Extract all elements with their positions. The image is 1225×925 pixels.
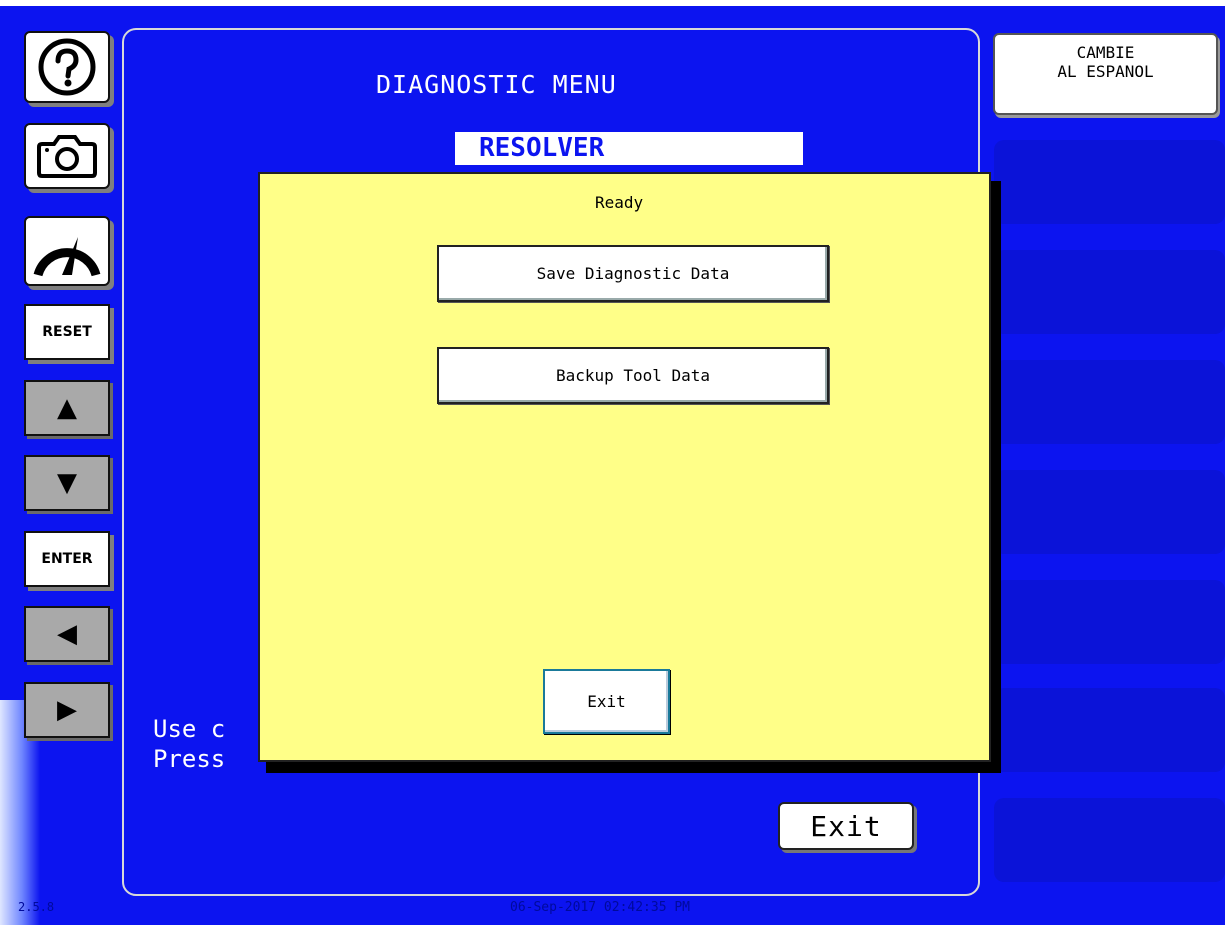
instruction-line-1: Use c: [153, 715, 226, 743]
right-slot: [994, 798, 1225, 882]
down-arrow-icon: ▼: [57, 468, 77, 498]
up-arrow-icon: ▲: [57, 393, 77, 423]
modal-exit-button[interactable]: Exit: [543, 669, 670, 734]
gauge-button[interactable]: [24, 216, 110, 286]
down-arrow-button[interactable]: ▼: [24, 455, 110, 511]
right-slot: [994, 250, 1225, 334]
right-slot: [994, 580, 1225, 664]
right-slot: [994, 470, 1225, 554]
top-band: [0, 0, 1225, 6]
up-arrow-button[interactable]: ▲: [24, 380, 110, 436]
language-button-line-2: AL ESPANOL: [1057, 62, 1154, 81]
reset-button[interactable]: RESET: [24, 304, 110, 360]
right-arrow-icon: ▶: [57, 695, 77, 725]
help-button[interactable]: [24, 31, 110, 103]
datetime-label: 06-Sep-2017 02:42:35 PM: [510, 900, 691, 915]
left-arrow-button[interactable]: ◀: [24, 606, 110, 662]
gauge-icon: [33, 237, 101, 277]
camera-icon: [37, 135, 97, 178]
screenshot-button[interactable]: [24, 123, 110, 189]
right-slot: [994, 688, 1225, 772]
selected-menu-item[interactable]: RESOLVER: [455, 132, 803, 165]
modal-status: Ready: [595, 193, 644, 212]
backup-tool-data-button[interactable]: Backup Tool Data: [437, 347, 829, 404]
language-button-line-1: CAMBIE: [1076, 43, 1135, 62]
page-title: DIAGNOSTIC MENU: [376, 70, 617, 99]
exit-button[interactable]: Exit: [778, 802, 914, 850]
left-arrow-icon: ◀: [57, 619, 77, 649]
save-diagnostic-data-button[interactable]: Save Diagnostic Data: [437, 245, 829, 302]
version-label: 2.5.8: [18, 900, 55, 914]
instruction-line-2: Press: [153, 745, 226, 773]
language-toggle-button[interactable]: CAMBIE AL ESPANOL: [993, 33, 1218, 115]
enter-button[interactable]: ENTER: [24, 531, 110, 587]
help-icon: [38, 38, 96, 96]
right-slot: [994, 360, 1225, 444]
right-arrow-button[interactable]: ▶: [24, 682, 110, 738]
right-slot: [994, 140, 1225, 224]
